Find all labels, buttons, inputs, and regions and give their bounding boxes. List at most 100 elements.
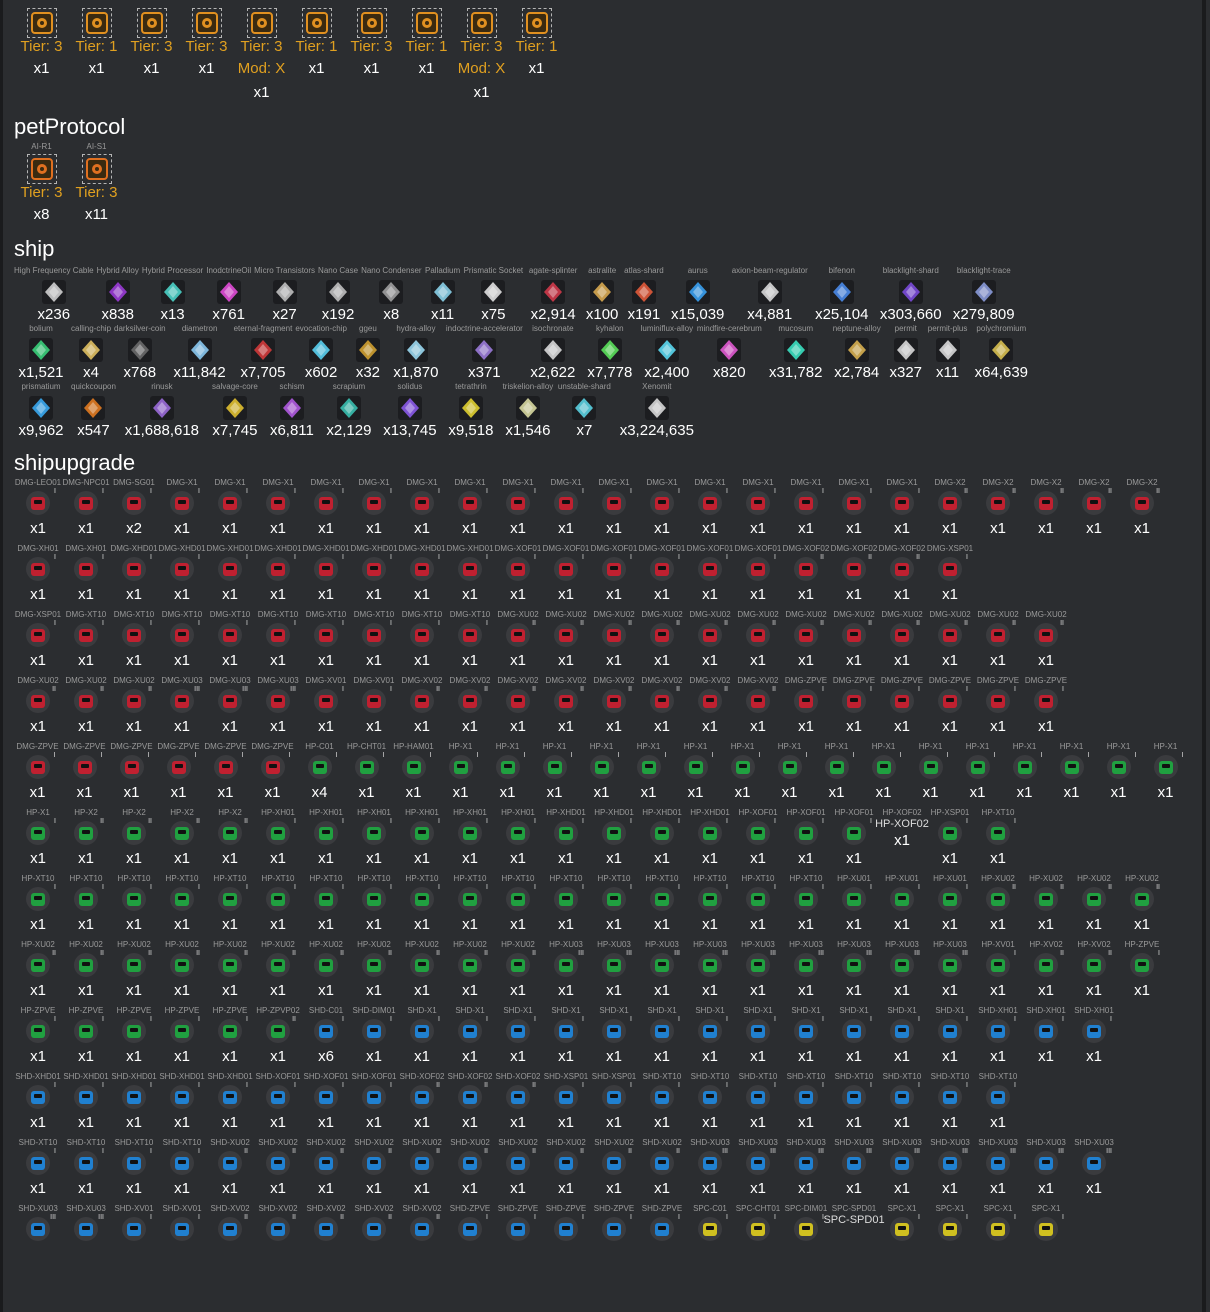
upgrade-item[interactable]: DMG-X2 II x1 [926, 478, 974, 538]
upgrade-item[interactable]: HP-XU02 II x1 [158, 940, 206, 1000]
upgrade-item[interactable]: DMG-XU02 II x1 [542, 610, 590, 670]
upgrade-item[interactable]: SHD-XH01 Ix1 [1022, 1006, 1070, 1066]
upgrade-item[interactable]: HP-XH01 Ix1 [446, 808, 494, 868]
upgrade-item[interactable]: HP-XT10 Ix1 [398, 874, 446, 934]
upgrade-item[interactable]: DMG-X1 Ix1 [158, 478, 206, 538]
upgrade-item[interactable]: DMG-XOF02 II x1 [830, 544, 878, 604]
upgrade-item[interactable]: HP-XU03 III x1 [542, 940, 590, 1000]
upgrade-item[interactable]: HP-XT10 Ix1 [494, 874, 542, 934]
upgrade-item[interactable]: SHD-XT10 Ix1 [62, 1138, 110, 1198]
upgrade-item[interactable]: HP-ZPVE Ix1 [158, 1006, 206, 1066]
upgrade-item[interactable]: DMG-XU02 II x1 [62, 676, 110, 736]
upgrade-item[interactable]: SHD-XV02 II [302, 1204, 350, 1244]
upgrade-item[interactable]: HP-XT10 Ix1 [782, 874, 830, 934]
upgrade-item[interactable]: DMG-XU02 II x1 [782, 610, 830, 670]
upgrade-item[interactable]: HP-XH01 Ix1 [254, 808, 302, 868]
upgrade-item[interactable]: DMG-X1 Ix1 [206, 478, 254, 538]
upgrade-item[interactable]: DMG-XV01 Ix1 [350, 676, 398, 736]
resource-item[interactable]: blacklight-shard x303,660 [876, 266, 946, 324]
upgrade-item[interactable]: HP-X1 Ix1 [813, 742, 860, 802]
upgrade-item[interactable]: SHD-XV02 II [350, 1204, 398, 1244]
upgrade-item[interactable]: HP-XT10 Ix1 [542, 874, 590, 934]
upgrade-item[interactable]: SHD-XH01 Ix1 [1070, 1006, 1118, 1066]
upgrade-item[interactable]: HP-XH01 Ix1 [350, 808, 398, 868]
resource-item[interactable]: neptune-alloy x2,784 [830, 324, 884, 382]
upgrade-item[interactable]: HP-XT10 Ix1 [590, 874, 638, 934]
upgrade-item[interactable]: HP-X1 Ix1 [766, 742, 813, 802]
upgrade-item[interactable]: DMG-XHD01 Ix1 [398, 544, 446, 604]
upgrade-item[interactable]: HP-XV02 II x1 [1022, 940, 1070, 1000]
upgrade-item[interactable]: SHD-XT10 Ix1 [926, 1072, 974, 1132]
upgrade-item[interactable]: DMG-ZPVE Ix1 [202, 742, 249, 802]
upgrade-item[interactable]: DMG-XT10 Ix1 [110, 610, 158, 670]
resource-item[interactable]: bolium x1,521 [14, 324, 68, 382]
upgrade-item[interactable]: DMG-XU03 III x1 [206, 676, 254, 736]
upgrade-item[interactable]: HP-XU03 III x1 [782, 940, 830, 1000]
resource-item[interactable]: Micro Transistors x27 [254, 266, 315, 324]
upgrade-item[interactable]: SPC-SPD01 SPC-SPD01 [823, 1204, 884, 1226]
upgrade-item[interactable]: HP-ZPVE Ix1 [62, 1006, 110, 1066]
upgrade-item[interactable]: DMG-XH01 Ix1 [62, 544, 110, 604]
upgrade-item[interactable]: HP-X1 Ix1 [1142, 742, 1189, 802]
upgrade-item[interactable]: SHD-X1 Ix1 [494, 1006, 542, 1066]
module-item[interactable]: Tier: 1 x1 [289, 6, 344, 78]
upgrade-item[interactable]: DMG-X2 II x1 [1070, 478, 1118, 538]
upgrade-item[interactable]: DMG-XHD01 Ix1 [110, 544, 158, 604]
upgrade-item[interactable]: SHD-XOF01 Ix1 [302, 1072, 350, 1132]
upgrade-item[interactable]: HP-XT10 Ix1 [974, 808, 1022, 868]
upgrade-item[interactable]: HP-XU03 III x1 [830, 940, 878, 1000]
upgrade-item[interactable]: HP-XU01 Ix1 [878, 874, 926, 934]
upgrade-item[interactable]: SHD-XV02 II [206, 1204, 254, 1244]
upgrade-item[interactable]: DMG-XV02 II x1 [638, 676, 686, 736]
resource-item[interactable]: salvage-core x7,745 [208, 382, 262, 440]
upgrade-item[interactable]: HP-X1 Ix1 [860, 742, 907, 802]
upgrade-item[interactable]: HP-X1 Ix1 [531, 742, 578, 802]
upgrade-item[interactable]: HP-ZPVP02 II x1 [254, 1006, 302, 1066]
resource-item[interactable]: InodctrineOil x761 [206, 266, 251, 324]
upgrade-item[interactable]: HP-XU03 III x1 [878, 940, 926, 1000]
module-item[interactable]: Tier: 3 Mod: Xx1 [454, 6, 509, 102]
upgrade-item[interactable]: SPC-X1 I [1022, 1204, 1070, 1244]
upgrade-item[interactable]: HP-XU03 III x1 [686, 940, 734, 1000]
upgrade-item[interactable]: SHD-X1 Ix1 [590, 1006, 638, 1066]
upgrade-item[interactable]: SHD-XOF02 II x1 [494, 1072, 542, 1132]
upgrade-item[interactable]: HP-XU02 II x1 [302, 940, 350, 1000]
module-item[interactable]: Tier: 3 x1 [344, 6, 399, 78]
upgrade-item[interactable]: HP-ZPVE Ix1 [110, 1006, 158, 1066]
upgrade-item[interactable]: DMG-XV02 II x1 [446, 676, 494, 736]
upgrade-item[interactable]: HP-XU02 II x1 [398, 940, 446, 1000]
upgrade-item[interactable]: HP-XU01 Ix1 [926, 874, 974, 934]
upgrade-item[interactable]: HP-X1 Ix1 [719, 742, 766, 802]
upgrade-item[interactable]: HP-XT10 Ix1 [302, 874, 350, 934]
upgrade-item[interactable]: DMG-ZPVE Ix1 [108, 742, 155, 802]
pet-protocol-item[interactable]: AI-S1 Tier: 3 x11 [69, 142, 124, 224]
upgrade-item[interactable]: HP-XU02 II x1 [494, 940, 542, 1000]
upgrade-item[interactable]: SHD-XU02 II x1 [302, 1138, 350, 1198]
upgrade-item[interactable]: SHD-XT10 Ix1 [110, 1138, 158, 1198]
upgrade-item[interactable]: DMG-ZPVE Ix1 [974, 676, 1022, 736]
upgrade-item[interactable]: HP-XHD01 Ix1 [590, 808, 638, 868]
resource-item[interactable]: Xenomit x3,224,635 [614, 382, 700, 440]
upgrade-item[interactable]: DMG-XU03 III x1 [254, 676, 302, 736]
upgrade-item[interactable]: DMG-SG01 Ix2 [110, 478, 158, 538]
upgrade-item[interactable]: DMG-XHD01 Ix1 [302, 544, 350, 604]
upgrade-item[interactable]: DMG-X1 Ix1 [302, 478, 350, 538]
upgrade-item[interactable]: HP-C01 Ix4 [296, 742, 343, 802]
upgrade-item[interactable]: SHD-XU02 II x1 [206, 1138, 254, 1198]
upgrade-item[interactable]: HP-XU02 II x1 [254, 940, 302, 1000]
upgrade-item[interactable]: HP-XU03 III x1 [590, 940, 638, 1000]
upgrade-item[interactable]: HP-XT10 Ix1 [734, 874, 782, 934]
upgrade-item[interactable]: HP-ZPVE Ix1 [1118, 940, 1166, 1000]
upgrade-item[interactable]: HP-XU02 II x1 [1022, 874, 1070, 934]
upgrade-item[interactable]: HP-XT10 Ix1 [638, 874, 686, 934]
resource-item[interactable]: quickcoupon x547 [71, 382, 116, 440]
upgrade-item[interactable]: SHD-XHD01 Ix1 [158, 1072, 206, 1132]
upgrade-item[interactable]: DMG-XU02 II x1 [590, 610, 638, 670]
upgrade-item[interactable]: DMG-XU02 II x1 [974, 610, 1022, 670]
upgrade-item[interactable]: DMG-X2 II x1 [1118, 478, 1166, 538]
upgrade-item[interactable]: DMG-ZPVE Ix1 [926, 676, 974, 736]
upgrade-item[interactable]: DMG-XV02 II x1 [494, 676, 542, 736]
upgrade-item[interactable]: SHD-XU02 II x1 [398, 1138, 446, 1198]
upgrade-item[interactable]: DMG-XU03 III x1 [158, 676, 206, 736]
upgrade-item[interactable]: SHD-XU03 III x1 [974, 1138, 1022, 1198]
